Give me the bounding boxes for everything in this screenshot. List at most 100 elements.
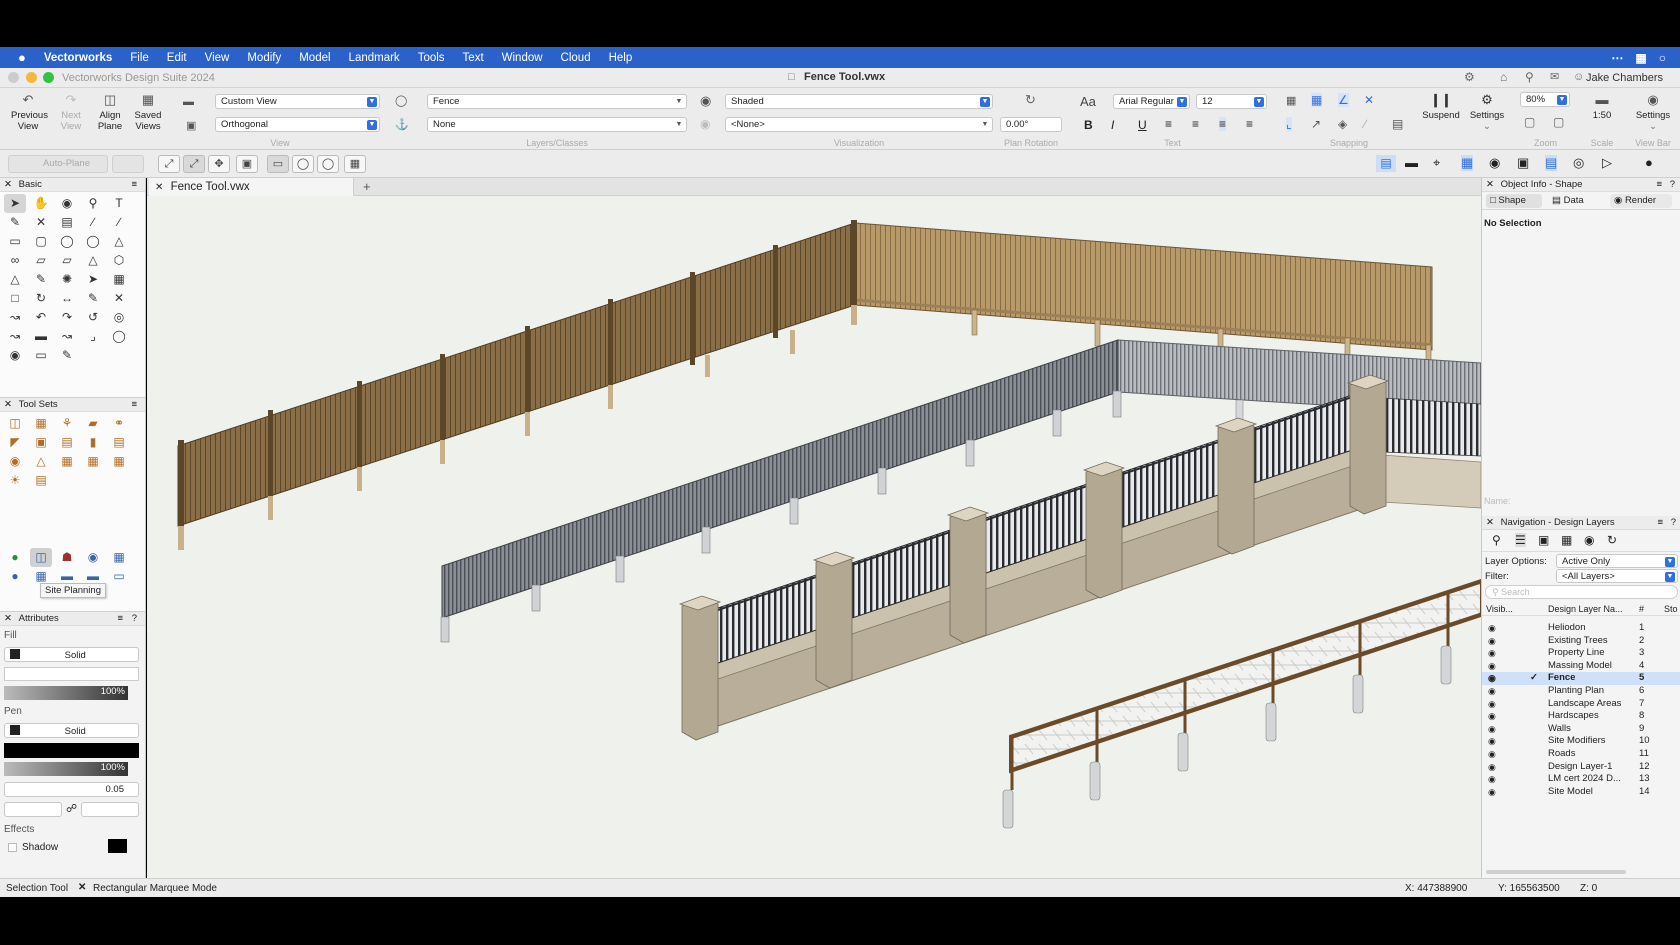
filter-select[interactable]: <All Layers> ▼ <box>1556 569 1678 583</box>
toolset-8-icon[interactable]: ▤ <box>56 433 78 452</box>
render-mode-select[interactable]: Shaded ▼ <box>725 94 993 109</box>
help-icon[interactable]: ? <box>132 612 137 626</box>
projector-icon[interactable]: ▷ <box>1602 155 1612 171</box>
basic-tool-33-icon[interactable]: ↷ <box>56 308 78 327</box>
basic-tool-32-icon[interactable]: ↶ <box>30 308 52 327</box>
layer-row[interactable]: ◉ Landscape Areas 7 <box>1482 698 1680 711</box>
pen-style-select[interactable]: Solid <box>4 723 139 738</box>
basic-tool-28-icon[interactable]: ↔ <box>56 289 78 308</box>
close-icon[interactable]: ✕ <box>4 613 12 624</box>
next-view-button[interactable]: ↷ Next View <box>54 93 88 132</box>
snap-settings-button[interactable]: ⚙ Settings ⌄ <box>1464 93 1510 132</box>
layout-icon[interactable]: ▤ <box>1376 155 1396 172</box>
user-name[interactable]: Jake Chambers <box>1586 72 1663 84</box>
link-markers-icon[interactable]: ☍ <box>66 802 77 815</box>
basic-tool-8-icon[interactable]: ▤ <box>56 213 78 232</box>
visibility-eye-icon[interactable]: ◉ <box>1488 748 1496 761</box>
layer-list-scrollbar[interactable] <box>1486 870 1626 874</box>
justify-icon[interactable]: ≡ <box>1246 117 1253 131</box>
document-tab[interactable]: ✕ Fence Tool.vwx <box>149 178 354 196</box>
layer-row[interactable]: ◉ Hardscapes 8 <box>1482 710 1680 723</box>
nav-sheets-icon[interactable]: ▣ <box>1538 533 1549 547</box>
menu-window[interactable]: Window <box>493 52 552 64</box>
menu-cloud[interactable]: Cloud <box>552 52 600 64</box>
toolset-extra-8-icon[interactable]: ▬ <box>56 567 78 586</box>
basic-tool-35-icon[interactable]: ◎ <box>108 308 130 327</box>
zoom-tool-icon[interactable]: ⚲ <box>82 194 104 213</box>
saved-views-button[interactable]: ▦ Saved Views <box>130 93 166 132</box>
toolset-extra-9-icon[interactable]: ▬ <box>82 567 104 586</box>
basic-tool-6-icon[interactable]: ✎ <box>4 213 26 232</box>
nav-views-icon[interactable]: ◉ <box>1584 533 1594 547</box>
messages-icon[interactable]: ✉ <box>1550 70 1559 83</box>
layer-row[interactable]: ◉ Heliodon 1 <box>1482 622 1680 635</box>
toolset-extra-5-icon[interactable]: ▦ <box>108 548 130 567</box>
basic-tool-37-icon[interactable]: ▬ <box>30 327 52 346</box>
menu-icon[interactable]: ≡ <box>131 398 137 412</box>
align-plane-button[interactable]: ◫ Align Plane <box>92 93 128 132</box>
class-select[interactable]: None ▼ <box>427 117 687 132</box>
basic-tool-36-icon[interactable]: ↝ <box>4 327 26 346</box>
basic-tool-30-icon[interactable]: ✕ <box>108 289 130 308</box>
col-visibility[interactable]: Visib... <box>1486 602 1513 616</box>
col-story[interactable]: Sto <box>1664 602 1678 616</box>
grid-toggle-icon[interactable]: ▦ <box>1461 155 1474 171</box>
previous-view-button[interactable]: ↶ Previous View <box>4 93 52 132</box>
basic-tool-41-icon[interactable]: ◉ <box>4 346 26 365</box>
line-weight-field[interactable]: 0.05 <box>4 782 139 797</box>
hide-icon[interactable]: ◎ <box>1573 155 1584 171</box>
tab-data[interactable]: ▤ Data <box>1548 194 1604 208</box>
fill-color-field[interactable] <box>4 667 139 681</box>
visibility-eye-icon[interactable]: ◉ <box>1488 660 1496 673</box>
menu-edit[interactable]: Edit <box>158 52 196 64</box>
zoom-objects-icon[interactable]: ▢ <box>1553 115 1564 129</box>
help-icon[interactable]: ? <box>1670 178 1675 192</box>
basic-tool-26-icon[interactable]: □ <box>4 289 26 308</box>
toolset-13-icon[interactable]: ▦ <box>56 452 78 471</box>
home-icon[interactable]: ⌂ <box>1500 70 1507 84</box>
close-window-button[interactable] <box>8 72 19 83</box>
flyover-tool-icon[interactable]: ◉ <box>56 194 78 213</box>
pen-opacity-slider[interactable]: 100% <box>4 762 128 776</box>
layer-row[interactable]: ◉ Site Modifiers 10 <box>1482 735 1680 748</box>
nav-classes-icon[interactable]: ⚲ <box>1492 533 1501 547</box>
col-layer-name[interactable]: Design Layer Na... <box>1548 602 1623 616</box>
visibility-eye-icon[interactable]: ◉ <box>1488 647 1496 660</box>
toolset-9-icon[interactable]: ▮ <box>82 433 104 452</box>
visibility-eye-icon[interactable]: ◉ <box>1488 761 1496 774</box>
toolset-extra-3-icon[interactable]: ☗ <box>56 548 78 567</box>
basic-tool-16-icon[interactable]: ∞ <box>4 251 26 270</box>
menu-text[interactable]: Text <box>454 52 493 64</box>
plan-rotation-icon[interactable]: ↻ <box>1025 92 1036 108</box>
mode-connect-icon[interactable]: ⤢ <box>158 155 180 173</box>
toolset-12-icon[interactable]: △ <box>30 452 52 471</box>
menu-tools[interactable]: Tools <box>409 52 454 64</box>
layer-row[interactable]: ◉ Property Line 3 <box>1482 647 1680 660</box>
site-planning-toolset-icon[interactable]: ◫ <box>30 548 52 567</box>
basic-tool-39-icon[interactable]: ⌟ <box>82 327 104 346</box>
toolset-17-icon[interactable]: ▤ <box>30 471 52 490</box>
drawing-canvas[interactable] <box>147 196 1482 878</box>
toolset-4-icon[interactable]: ▰ <box>82 414 104 433</box>
tab-render[interactable]: ◉ Render <box>1610 194 1672 208</box>
align-center-icon[interactable]: ≡ <box>1192 117 1199 131</box>
basic-tool-24-icon[interactable]: ➤ <box>82 270 104 289</box>
basic-tool-18-icon[interactable]: ▱ <box>56 251 78 270</box>
snap-grid-icon[interactable]: ▦ <box>1286 94 1296 107</box>
marquee-settings-icon[interactable]: ▦ <box>344 155 366 173</box>
basic-tool-7-icon[interactable]: ✕ <box>30 213 52 232</box>
tab-shape[interactable]: □ Shape <box>1486 194 1542 208</box>
basic-tool-42-icon[interactable]: ▭ <box>30 346 52 365</box>
close-icon[interactable]: ✕ <box>4 179 12 190</box>
basic-tool-17-icon[interactable]: ▱ <box>30 251 52 270</box>
toolset-10-icon[interactable]: ▤ <box>108 433 130 452</box>
snap-loci-icon[interactable]: ▤ <box>1392 117 1403 131</box>
gear-icon[interactable]: ⚙ <box>1464 70 1475 84</box>
screen-icon[interactable]: ▬ <box>1405 155 1418 170</box>
mode-transform-icon[interactable]: ✥ <box>208 155 230 173</box>
basic-tool-13-icon[interactable]: ◯ <box>56 232 78 251</box>
selection-tool-icon[interactable]: ➤ <box>4 194 26 213</box>
snap-distance-icon[interactable]: ⌞ <box>1286 117 1292 131</box>
help-icon[interactable]: ? <box>1671 516 1676 530</box>
basic-tool-40-icon[interactable]: ◯ <box>108 327 130 346</box>
